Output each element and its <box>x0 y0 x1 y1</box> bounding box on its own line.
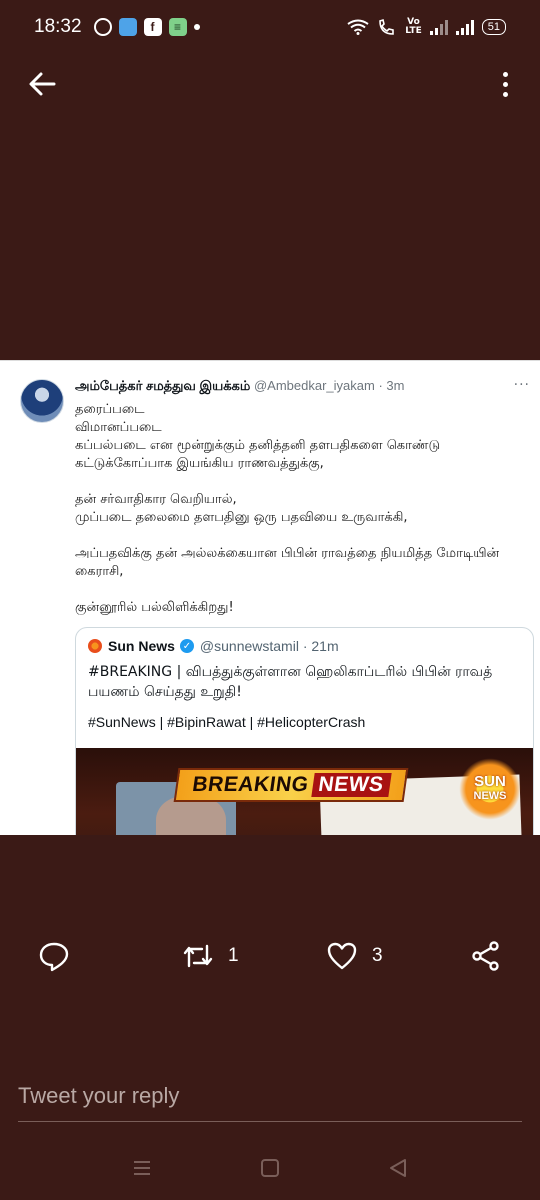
quoted-author-name: Sun News <box>108 638 175 654</box>
banner-word-breaking: BREAKING <box>190 773 311 796</box>
more-notifications-dot-icon <box>193 24 200 30</box>
tweet-line: கப்பல்படை என மூன்றுக்கும் தனித்தனி தளபதி… <box>75 438 441 453</box>
status-bar: 18:32 f ≡ Vo LTE 51 <box>0 0 540 54</box>
status-time: 18:32 <box>34 16 82 37</box>
quoted-handle: @sunnewstamil · 21m <box>199 638 339 654</box>
verified-badge-icon: ✓ <box>179 639 194 653</box>
more-options-button[interactable] <box>500 68 510 100</box>
tweet-line: விமானப்படை <box>75 420 162 435</box>
like-button[interactable]: 3 <box>326 940 383 972</box>
system-nav-bar <box>0 1150 540 1186</box>
arrow-left-icon <box>29 72 56 96</box>
banner-word-news: NEWS <box>310 773 392 797</box>
retweet-icon <box>183 944 213 968</box>
wifi-calling-icon <box>379 18 395 35</box>
comment-icon <box>39 942 69 972</box>
battery-indicator: 51 <box>481 19 506 35</box>
author-handle: @Ambedkar_iyakam <box>253 378 375 393</box>
status-right: Vo LTE 51 <box>347 18 506 36</box>
volte-icon: Vo LTE <box>405 17 422 36</box>
tweet-time: · 3m <box>378 378 405 393</box>
quoted-hashtags: #SunNews | #BipinRawat | #HelicopterCras… <box>88 714 366 730</box>
tweet-line: முப்படை தலைமை தளபதினு ஒரு பதவியை உருவாக்… <box>75 510 408 525</box>
tweet-line: கட்டுக்கோப்பாக இயங்கிய ராணவத்துக்கு, <box>75 456 324 471</box>
share-button[interactable] <box>470 940 502 972</box>
more-vertical-icon <box>502 71 508 77</box>
share-icon <box>472 941 499 971</box>
quoted-media-image[interactable]: BREAKING NEWS SUN NEWS <box>76 748 533 835</box>
sun-news-logo-icon <box>88 639 102 653</box>
sun-news-channel-logo: SUN NEWS <box>459 758 521 820</box>
system-back-button[interactable] <box>386 1156 410 1180</box>
signal-icon-2 <box>455 19 474 35</box>
reply-underline <box>18 1121 522 1122</box>
retweet-count: 1 <box>228 945 239 966</box>
back-button[interactable] <box>26 68 58 100</box>
wifi-icon <box>347 19 369 35</box>
facebook-icon: f <box>143 18 162 36</box>
quoted-text: #BREAKING | விபத்துக்குள்ளான ஹெலிகாப்டரி… <box>88 664 493 700</box>
notification-icons: f ≡ <box>93 18 200 36</box>
triangle-back-icon <box>390 1159 406 1177</box>
quoted-tweet[interactable]: Sun News ✓ @sunnewstamil · 21m #BREAKING… <box>75 627 534 835</box>
author-name: அம்பேத்கர் சமத்துவ இயக்கம் <box>75 378 251 393</box>
tweet-line: தரைப்படை <box>75 402 145 417</box>
action-bar: 1 3 <box>0 935 540 985</box>
quoted-header: Sun News ✓ @sunnewstamil · 21m <box>88 638 339 654</box>
home-button[interactable] <box>258 1156 282 1180</box>
avatar <box>20 379 64 423</box>
tweet-line: கைராசி, <box>75 564 124 579</box>
tweet-line: குன்னூரில் பல்லிளிக்கிறது! <box>75 600 234 615</box>
tweet-screenshot[interactable]: அம்பேத்கர் சமத்துவ இயக்கம் @Ambedkar_iya… <box>0 360 540 835</box>
breaking-news-banner: BREAKING NEWS <box>173 768 409 802</box>
app-notification-icon <box>118 18 137 36</box>
app-bar <box>0 60 540 108</box>
tweet-more-icon: ··· <box>513 377 530 393</box>
calculator-icon: ≡ <box>168 18 187 36</box>
menu-icon <box>134 1161 150 1175</box>
heart-icon <box>327 942 357 970</box>
retweet-button[interactable]: 1 <box>182 940 239 972</box>
square-home-icon <box>261 1159 279 1177</box>
tweet-line: அப்பதவிக்கு தன் அல்லக்கையான பிபின் ராவத்… <box>75 546 500 561</box>
tweet-line: தன் சர்வாதிகார வெறியால், <box>75 492 237 507</box>
whatsapp-icon <box>93 18 112 36</box>
logo-text-news: NEWS <box>473 790 507 802</box>
reply-input[interactable]: Tweet your reply <box>18 1083 179 1109</box>
signal-icon-1 <box>429 19 448 35</box>
tweet-header: அம்பேத்கர் சமத்துவ இயக்கம் @Ambedkar_iya… <box>75 378 404 395</box>
tweet-text: தரைப்படை விமானப்படை கப்பல்படை என மூன்றுக… <box>75 401 530 617</box>
logo-text-sun: SUN <box>474 773 506 790</box>
reply-button[interactable] <box>38 940 70 972</box>
like-count: 3 <box>372 945 383 966</box>
recent-apps-button[interactable] <box>130 1156 154 1180</box>
